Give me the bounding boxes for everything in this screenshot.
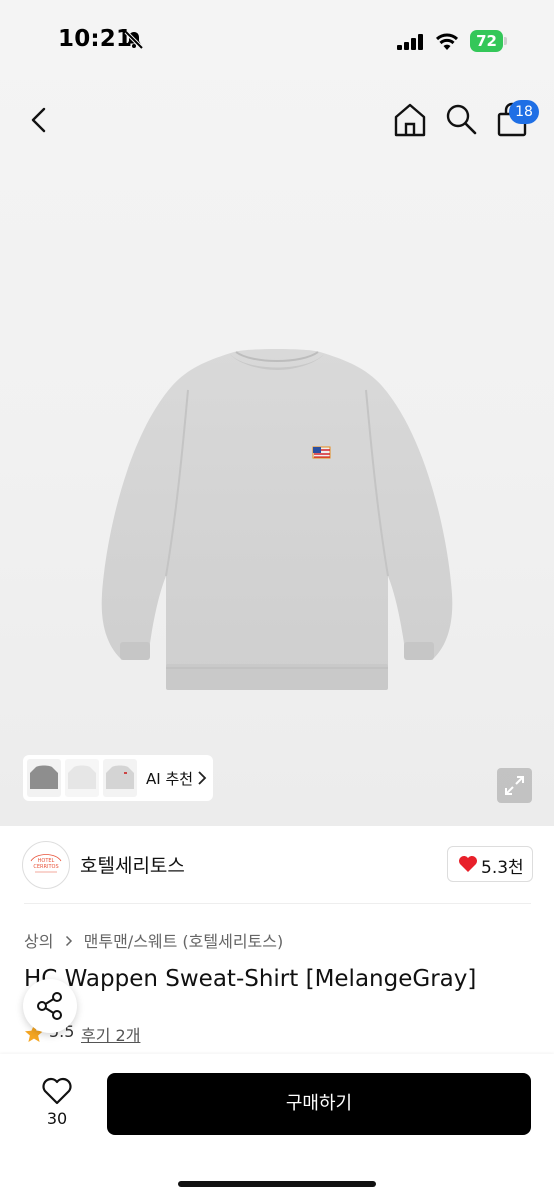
- chevron-left-icon[interactable]: [22, 102, 58, 138]
- battery-level: 72: [476, 32, 497, 50]
- bell-slash-icon: [124, 30, 144, 50]
- share-button[interactable]: [23, 979, 77, 1033]
- breadcrumb-item-category[interactable]: 상의: [24, 928, 53, 952]
- breadcrumb: 상의 맨투맨/스웨트 (호텔세리토스): [24, 928, 283, 952]
- thumbnail-1[interactable]: [27, 759, 61, 797]
- store-logo[interactable]: HOTEL CERRITOS: [22, 841, 70, 889]
- expand-icon: [505, 776, 524, 795]
- home-icon[interactable]: [391, 101, 429, 139]
- expand-button[interactable]: [497, 768, 532, 803]
- status-time: 10:21: [58, 26, 133, 52]
- store-like-count: 5.3천: [481, 858, 524, 878]
- wishlist-count: 30: [46, 1109, 68, 1128]
- heart-filled-icon: [459, 856, 477, 872]
- thumbnail-2[interactable]: [65, 759, 99, 797]
- divider: [24, 903, 531, 904]
- svg-text:CERRITOS: CERRITOS: [33, 864, 58, 870]
- battery-indicator: 72: [470, 30, 508, 52]
- wifi-icon: [435, 33, 459, 50]
- buy-button[interactable]: 구매하기: [107, 1073, 531, 1135]
- breadcrumb-item-subcategory[interactable]: 맨투맨/스웨트 (호텔세리토스): [84, 928, 284, 952]
- search-icon[interactable]: [443, 101, 479, 137]
- product-title: HC Wappen Sweat-Shirt [MelangeGray]: [24, 966, 477, 992]
- chevron-right-icon: [65, 932, 73, 951]
- thumbnail-3[interactable]: [103, 759, 137, 797]
- review-link[interactable]: 후기 2개: [81, 1022, 140, 1046]
- store-like-button[interactable]: 5.3천: [447, 846, 533, 882]
- cart-count-badge: 18: [509, 100, 539, 124]
- store-name[interactable]: 호텔세리토스: [80, 851, 185, 878]
- heart-outline-icon[interactable]: [40, 1076, 74, 1106]
- home-indicator: [178, 1181, 376, 1187]
- ai-recommend-strip[interactable]: AI 추천: [23, 755, 213, 801]
- ai-recommend-label[interactable]: AI 추천: [146, 768, 193, 789]
- product-photo: [101, 349, 453, 690]
- share-icon: [37, 992, 62, 1020]
- chevron-right-icon: [198, 771, 207, 785]
- cellular-signal-icon: [397, 34, 423, 50]
